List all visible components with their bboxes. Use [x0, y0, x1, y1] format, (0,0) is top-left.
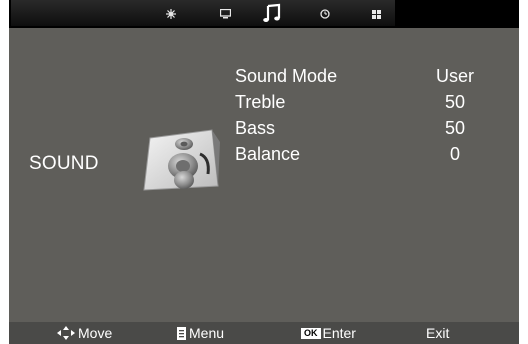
- screen-icon[interactable]: [217, 6, 233, 22]
- menu-key-icon: [177, 326, 186, 340]
- enter-hint-label: Enter: [322, 325, 356, 341]
- exit-hint: Exit: [426, 325, 449, 341]
- top-menu-strip: [11, 0, 395, 26]
- setting-label: Balance: [235, 144, 301, 164]
- setting-label: Sound Mode: [235, 66, 338, 86]
- move-hint-label: Move: [78, 325, 113, 341]
- setting-value: User: [435, 66, 474, 86]
- top-menu-bar: [9, 0, 519, 28]
- setting-value: 0: [449, 144, 460, 164]
- setting-row-balance[interactable]: Balance 0: [235, 144, 485, 170]
- tv-osd-screen: SOUND Sound Mode User Treble 50 Bass 50 …: [9, 0, 519, 344]
- grid-icon[interactable]: [368, 6, 384, 22]
- ok-key-icon: OK: [301, 327, 321, 339]
- exit-hint-label: Exit: [426, 325, 450, 341]
- setting-value: 50: [444, 92, 466, 112]
- clock-icon[interactable]: [317, 6, 333, 22]
- speaker-icon: [142, 128, 222, 199]
- picture-settings-icon[interactable]: [163, 6, 179, 22]
- arrows-icon: [57, 326, 75, 340]
- setting-value: 50: [444, 118, 466, 138]
- setting-row-treble[interactable]: Treble 50: [235, 92, 485, 118]
- setting-label: Treble: [235, 92, 286, 112]
- section-title: SOUND: [29, 153, 99, 174]
- setting-row-sound-mode[interactable]: Sound Mode User: [235, 66, 485, 92]
- music-note-icon[interactable]: [262, 3, 282, 23]
- enter-hint: OK Enter: [301, 325, 356, 341]
- menu-hint-label: Menu: [189, 325, 225, 341]
- setting-row-bass[interactable]: Bass 50: [235, 118, 485, 144]
- footer-hint-bar: Move Menu OK Enter Exit: [9, 322, 519, 344]
- menu-hint: Menu: [177, 325, 224, 341]
- move-hint: Move: [57, 325, 112, 341]
- setting-label: Bass: [235, 118, 276, 138]
